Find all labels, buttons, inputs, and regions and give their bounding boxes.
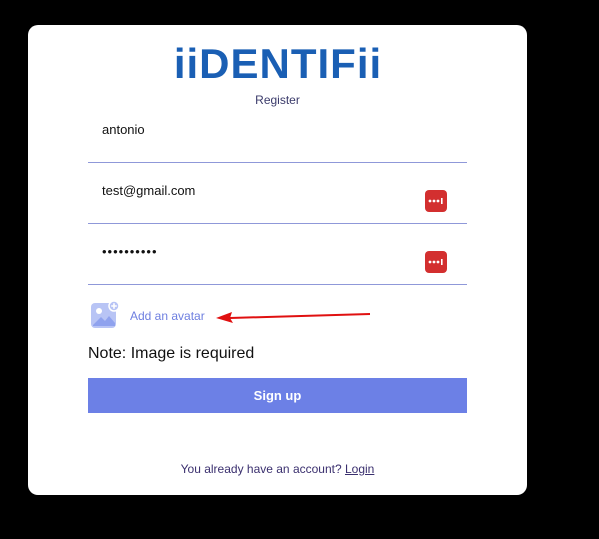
password-field [88,224,467,285]
username-field [88,102,467,163]
add-image-icon[interactable] [90,300,120,330]
identifii-logo: iiDENTIFii [176,43,380,85]
annotation-arrow [216,312,371,323]
add-avatar-link[interactable]: Add an avatar [130,309,205,323]
image-required-note: Note: Image is required [88,345,255,362]
username-input[interactable] [102,122,402,137]
logo-text: iiDENTIFii [176,43,380,85]
email-input[interactable] [102,183,402,198]
sign-up-button[interactable]: Sign up [88,378,467,413]
avatar-upload[interactable]: Add an avatar [90,300,420,330]
password-manager-icon[interactable] [425,251,447,273]
email-field [88,163,467,224]
login-prompt: You already have an account? Login [28,462,527,476]
password-manager-icon[interactable] [425,190,447,212]
account-prompt-text: You already have an account? [180,462,342,476]
register-card: iiDENTIFii Register antonio test@gmail.c… [28,25,527,495]
login-link[interactable]: Login [345,462,374,476]
password-input[interactable] [102,244,402,259]
